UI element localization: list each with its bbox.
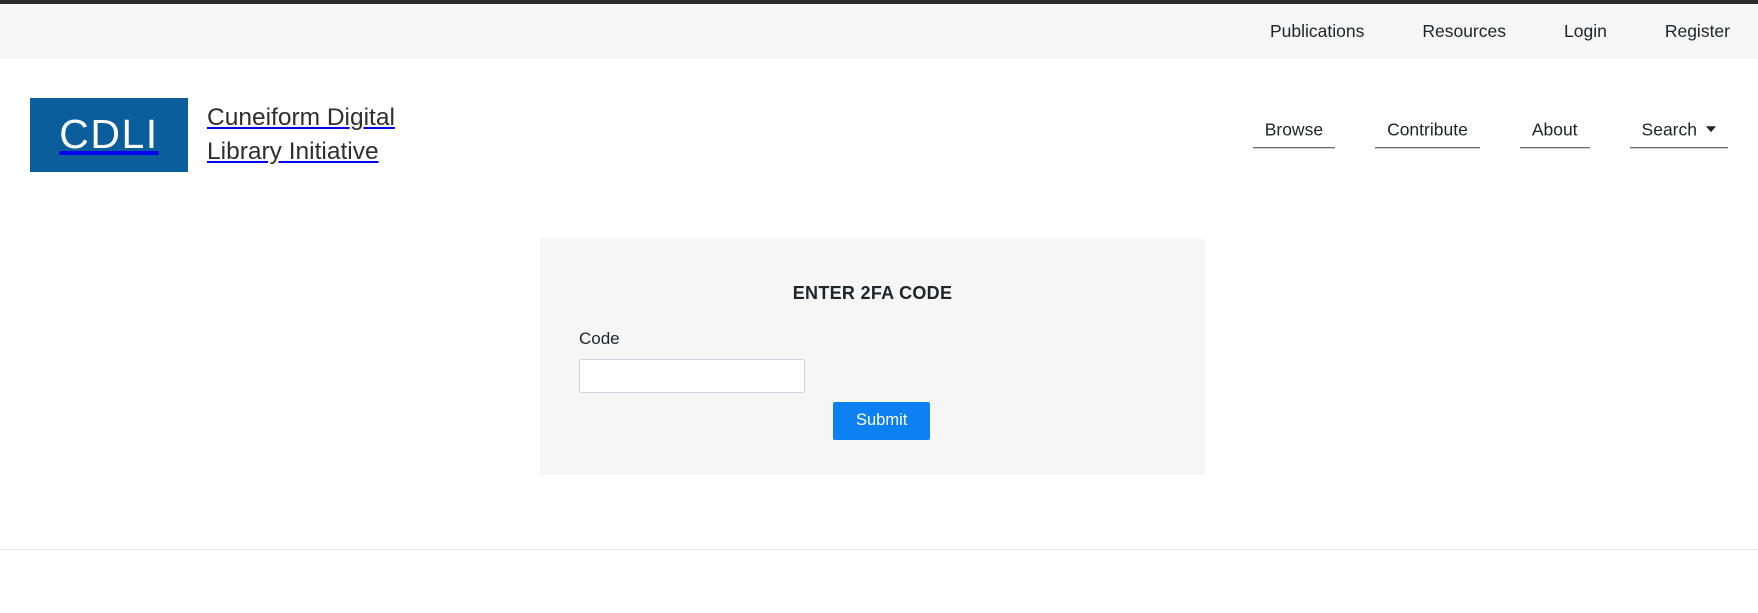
nav-item-search-label: Search <box>1641 118 1697 139</box>
nav-item-browse-label: Browse <box>1264 118 1324 139</box>
site-masthead: CDLI Cuneiform Digital Library Initiativ… <box>0 59 1758 210</box>
site-logo-link[interactable]: CDLI Cuneiform Digital Library Initiativ… <box>30 97 395 172</box>
card-heading: ENTER 2FA CODE <box>792 283 953 303</box>
nav-item-contribute[interactable]: Contribute <box>1375 118 1480 149</box>
utility-link-publications[interactable]: Publications <box>1270 22 1364 41</box>
nav-item-about[interactable]: About <box>1519 118 1590 149</box>
utility-link-login[interactable]: Login <box>1564 22 1607 41</box>
utility-top-bar: Publications Resources Login Register <box>0 4 1758 59</box>
nav-item-about-label: About <box>1531 118 1578 139</box>
two-factor-form: Code Submit <box>540 304 1205 440</box>
submit-button[interactable]: Submit <box>833 402 931 440</box>
primary-navigation: Browse Contribute About Search <box>1252 118 1728 149</box>
nav-item-search[interactable]: Search <box>1629 118 1728 149</box>
cdli-logo-mark: CDLI <box>30 97 188 172</box>
nav-item-contribute-label: Contribute <box>1387 118 1468 139</box>
code-input[interactable] <box>579 359 805 393</box>
submit-row: Submit <box>579 402 1205 440</box>
nav-item-browse[interactable]: Browse <box>1252 118 1336 149</box>
footer-divider <box>0 549 1758 550</box>
chevron-down-icon <box>1706 126 1716 133</box>
cdli-logo-text: CDLI <box>59 111 159 157</box>
code-field-label: Code <box>579 329 620 348</box>
site-title: Cuneiform Digital Library Initiative <box>207 104 395 165</box>
utility-link-resources[interactable]: Resources <box>1422 22 1506 41</box>
page-content-area: ENTER 2FA CODE Code Submit <box>0 210 1758 557</box>
utility-link-register[interactable]: Register <box>1665 22 1730 41</box>
two-factor-auth-card: ENTER 2FA CODE Code Submit <box>540 238 1205 475</box>
